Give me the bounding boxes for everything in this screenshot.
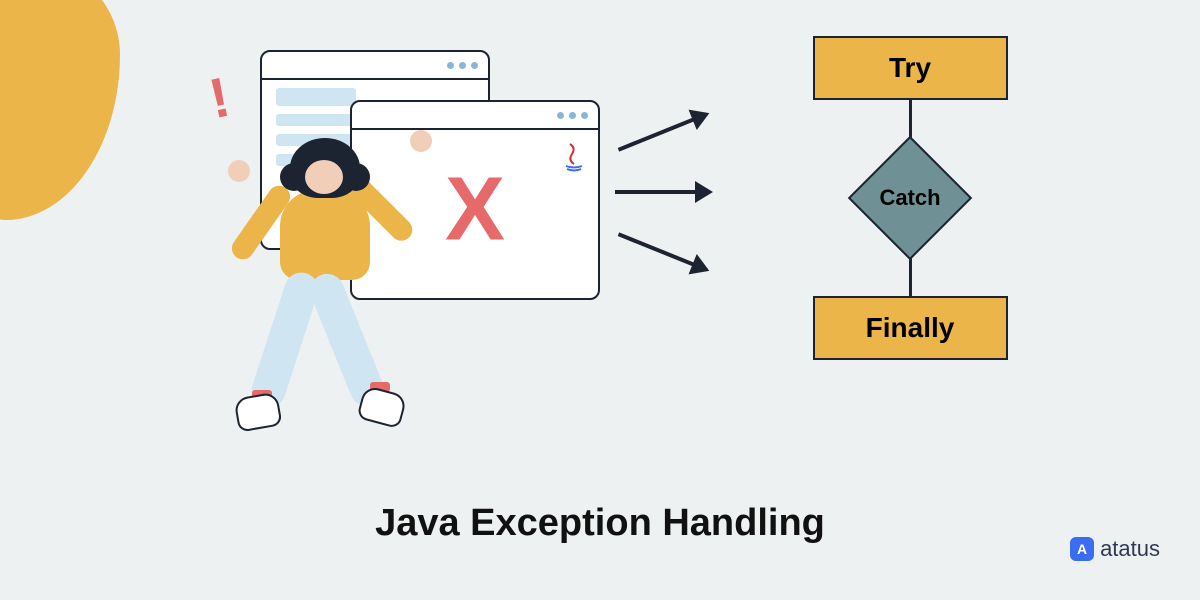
window-dot-icon [569, 112, 576, 119]
error-x-icon: X [445, 158, 505, 261]
arrow-icon [615, 190, 710, 194]
flowchart-connector [909, 258, 912, 296]
person-hand [228, 160, 250, 182]
window-dot-icon [447, 62, 454, 69]
person-shoe [233, 391, 282, 432]
person-shoe [356, 385, 407, 429]
flowchart-catch-label: Catch [879, 185, 940, 211]
java-logo-icon [562, 142, 586, 179]
flowchart-finally-box: Finally [813, 296, 1008, 360]
placeholder-line [276, 88, 356, 106]
page-title: Java Exception Handling [0, 502, 1200, 545]
person-face [305, 160, 343, 194]
flowchart-connector [909, 100, 912, 138]
arrow-icon [618, 232, 708, 271]
flowchart: Try Catch Finally [790, 36, 1030, 360]
flowchart-catch-diamond: Catch [850, 138, 970, 258]
window-dot-icon [557, 112, 564, 119]
person-error-illustration: ! X [180, 40, 600, 420]
flowchart-try-box: Try [813, 36, 1008, 100]
window-dot-icon [471, 62, 478, 69]
window-dot-icon [581, 112, 588, 119]
person-hand [410, 130, 432, 152]
brand-name: atatus [1100, 536, 1160, 562]
brand-icon: A [1070, 537, 1094, 561]
person-torso [280, 190, 370, 280]
decorative-blob [0, 0, 120, 220]
arrow-icon [618, 112, 708, 151]
brand-logo: A atatus [1070, 536, 1160, 562]
window-dot-icon [459, 62, 466, 69]
person-figure [210, 120, 430, 430]
window-titlebar [262, 52, 488, 80]
